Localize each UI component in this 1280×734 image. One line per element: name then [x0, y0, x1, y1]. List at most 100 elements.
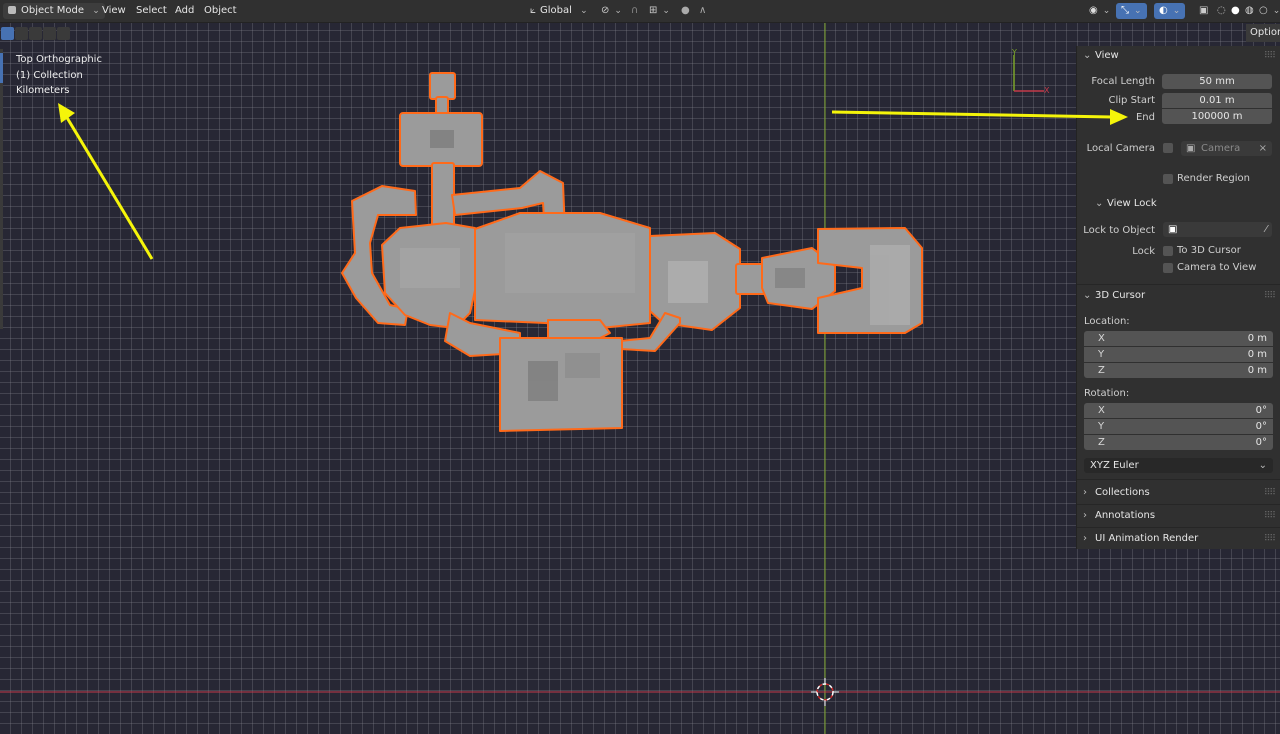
view-name: Top Orthographic [16, 54, 102, 65]
mode-dropdown[interactable]: Object Mode [3, 3, 105, 19]
location-z-field[interactable]: Z0 m [1084, 363, 1273, 378]
rotation-y-field[interactable]: Y 0° [1084, 419, 1273, 434]
sidebar-panel: ⌄ View ⠿⠿ Focal Length 50 mm Clip Start 0… [1076, 46, 1280, 549]
chevron-down-icon: ⌄ [1258, 460, 1267, 471]
panel-ui-animation-render-header[interactable]: › UI Animation Render [1083, 531, 1198, 547]
pivot-icon: ⊘ [601, 5, 610, 16]
rotation-label: Rotation: [1084, 388, 1130, 399]
to-3d-cursor-checkbox[interactable] [1163, 246, 1173, 256]
select-extend-button[interactable] [15, 27, 28, 40]
select-intersect-button[interactable] [57, 27, 70, 40]
chevron-right-icon: › [1083, 487, 1087, 498]
gizmo-icon: ⤡ [1121, 5, 1129, 16]
location-y-field[interactable]: Y0 m [1084, 347, 1273, 362]
eyedropper-icon[interactable]: ⁄ [1265, 222, 1267, 237]
chevron-right-icon: › [1083, 510, 1087, 521]
select-new-button[interactable] [1, 27, 14, 40]
local-camera-label: Local Camera [1086, 143, 1155, 154]
drag-grip-icon[interactable]: ⠿⠿ [1264, 291, 1276, 301]
select-invert-button[interactable] [43, 27, 56, 40]
viewport-header: Object Mode View Select Add Object ⟀Glob… [0, 0, 1280, 23]
object-icon: ▣ [1168, 224, 1178, 235]
clip-start-field[interactable]: 0.01 m [1162, 93, 1272, 108]
select-subtract-button[interactable] [29, 27, 42, 40]
solid-sphere-icon: ● [1231, 5, 1240, 16]
chevron-down-icon: ⌄ [1095, 198, 1104, 209]
magnet-icon: ∩ [631, 5, 639, 16]
falloff-curve-icon: ∧ [699, 5, 707, 16]
gizmo-toggle[interactable]: ⤡ [1116, 3, 1147, 19]
transform-orientation-dropdown[interactable]: ⟀ Global [525, 3, 593, 19]
render-region-label: Render Region [1177, 173, 1251, 184]
chevron-down-icon: ⌄ [1083, 290, 1092, 301]
svg-text:X: X [1044, 86, 1050, 95]
xray-toggle[interactable]: ▣ [1194, 3, 1213, 19]
rotation-z-field[interactable]: Z 0° [1084, 435, 1273, 450]
drag-grip-icon[interactable]: ⠿⠿ [1264, 534, 1276, 544]
visibility-dropdown[interactable]: ◉ [1084, 3, 1115, 19]
camera-object-field[interactable]: ▣ Camera × [1181, 141, 1272, 156]
material-sphere-icon: ◍ [1245, 5, 1254, 16]
location-label: Location: [1084, 316, 1130, 327]
render-region-checkbox[interactable] [1163, 174, 1173, 184]
camera-to-view-checkbox[interactable] [1163, 263, 1173, 273]
svg-text:Y: Y [1011, 48, 1017, 57]
panel-separator [1077, 504, 1280, 505]
clear-x-icon[interactable]: × [1259, 141, 1267, 156]
falloff-dropdown[interactable]: ∧ [694, 3, 711, 19]
camera-icon: ▣ [1186, 143, 1196, 154]
lock-object-field[interactable]: ▣ ⁄ [1163, 222, 1272, 237]
panel-annotations-header[interactable]: › Annotations [1083, 508, 1155, 524]
chevron-right-icon: › [1083, 533, 1087, 544]
eye-icon: ◉ [1089, 5, 1098, 16]
rotation-x-field[interactable]: X 0° [1084, 403, 1273, 418]
overlays-toggle[interactable]: ◐ [1154, 3, 1186, 19]
drag-grip-icon[interactable]: ⠿⠿ [1264, 488, 1276, 498]
menu-object[interactable]: Object [199, 3, 242, 19]
clip-end-field[interactable]: 100000 m [1162, 109, 1272, 124]
orientation-icon: ⟀ [530, 5, 536, 16]
lock-label: Lock [1132, 246, 1155, 257]
snap-target-dropdown[interactable]: ⊞ [644, 3, 675, 19]
location-x-field[interactable]: X0 m [1084, 331, 1273, 346]
drag-grip-icon[interactable]: ⠿⠿ [1264, 51, 1276, 61]
local-camera-checkbox[interactable] [1163, 143, 1173, 153]
clip-start-label: Clip Start [1108, 95, 1156, 106]
panel-separator [1077, 284, 1280, 285]
pivot-point-dropdown[interactable]: ⊘ [596, 3, 627, 19]
menu-add[interactable]: Add [170, 3, 199, 19]
rendered-sphere-icon: ○ [1259, 5, 1268, 16]
menu-select[interactable]: Select [131, 3, 172, 19]
camera-to-view-label: Camera to View [1177, 262, 1257, 273]
proportional-edit-toggle[interactable]: ● [676, 3, 695, 19]
overlays-icon: ◐ [1159, 5, 1168, 16]
select-mode-tools [1, 27, 70, 41]
panel-view-lock-header[interactable]: ⌄ View Lock [1095, 196, 1157, 212]
collection-name: (1) Collection [16, 69, 83, 81]
wireframe-icon: ◌ [1217, 5, 1226, 16]
menu-view[interactable]: View [97, 3, 131, 19]
viewport-text-overlay: Top Orthographic (1) Collection Kilomete… [16, 52, 102, 99]
shading-rendered[interactable]: ○ [1254, 3, 1280, 19]
clip-end-label: End [1135, 112, 1155, 123]
panel-view-header[interactable]: ⌄ View [1083, 48, 1119, 64]
rotation-mode-dropdown[interactable]: XYZ Euler ⌄ [1084, 458, 1273, 473]
proportional-dot-icon: ● [681, 5, 690, 16]
focal-length-field[interactable]: 50 mm [1162, 74, 1272, 89]
options-button[interactable]: Options [1246, 24, 1280, 42]
xray-icon: ▣ [1199, 5, 1209, 16]
tool-shelf-strip[interactable] [0, 49, 3, 329]
snap-toggle[interactable]: ∩ [626, 3, 643, 19]
object-mode-icon [8, 6, 16, 14]
drag-grip-icon[interactable]: ⠿⠿ [1264, 511, 1276, 521]
snap-grid-icon: ⊞ [649, 5, 658, 16]
panel-3d-cursor-header[interactable]: ⌄ 3D Cursor [1083, 288, 1145, 304]
chevron-down-icon: ⌄ [1083, 50, 1092, 61]
active-tool-indicator [0, 53, 3, 83]
axis-gizmo[interactable]: Y X [1011, 48, 1050, 95]
lock-to-object-label: Lock to Object [1083, 225, 1155, 236]
panel-collections-header[interactable]: › Collections [1083, 485, 1150, 501]
unit-scale: Kilometers [16, 85, 70, 96]
to-3d-cursor-label: To 3D Cursor [1177, 245, 1241, 256]
focal-length-label: Focal Length [1091, 76, 1155, 87]
